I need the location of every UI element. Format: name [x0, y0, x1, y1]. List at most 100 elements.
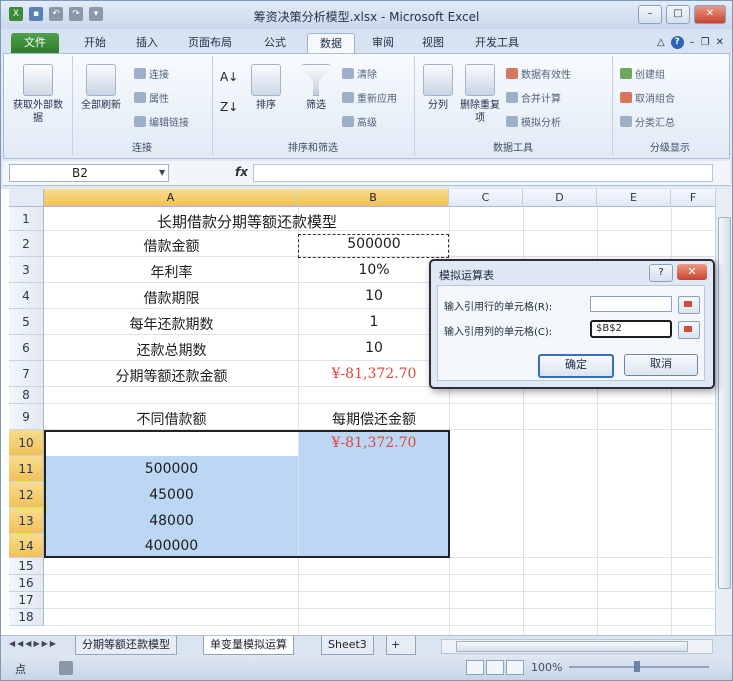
name-box[interactable]: B2 — [9, 164, 169, 182]
sheet-tab-2[interactable]: 单变量模拟运算 — [203, 636, 294, 655]
cell-a6[interactable]: 还款总期数 — [45, 340, 298, 360]
row-header-8[interactable]: 8 — [9, 387, 44, 404]
horizontal-scroll-thumb[interactable] — [456, 641, 688, 652]
row-header-2[interactable]: 2 — [9, 231, 44, 257]
cancel-button[interactable]: 取消 — [624, 354, 698, 376]
dialog-close-button[interactable]: ✕ — [677, 264, 707, 280]
help-icon[interactable]: ? — [670, 36, 684, 49]
cell-b4[interactable]: 10 — [299, 288, 449, 304]
workbook-minimize-icon[interactable]: – — [690, 37, 695, 48]
sheet-tab-3[interactable]: Sheet3 — [321, 636, 374, 655]
tab-file[interactable]: 文件 — [11, 33, 59, 53]
reapply-button[interactable]: 重新应用 — [342, 90, 397, 105]
formula-input[interactable] — [253, 164, 713, 182]
row-header-18[interactable]: 18 — [9, 609, 44, 626]
workbook-close-icon[interactable]: ✕ — [716, 37, 724, 48]
tab-view[interactable]: 视图 — [413, 33, 453, 53]
row-header-17[interactable]: 17 — [9, 592, 44, 609]
tab-data[interactable]: 数据 — [307, 33, 355, 54]
macro-record-icon[interactable] — [59, 661, 73, 675]
sort-button[interactable]: 排序 — [246, 64, 286, 112]
row-header-13[interactable]: 13 — [9, 508, 44, 534]
column-input-cell-field[interactable]: $B$2 — [590, 320, 672, 338]
maximize-button[interactable]: □ — [666, 5, 690, 24]
zoom-slider-knob[interactable] — [634, 661, 640, 672]
tab-developer[interactable]: 开发工具 — [467, 33, 527, 53]
normal-view-icon[interactable] — [466, 660, 484, 675]
zoom-level[interactable]: 100% — [531, 661, 562, 674]
column-header-c[interactable]: C — [449, 189, 523, 207]
row-header-12[interactable]: 12 — [9, 482, 44, 508]
cell-a5[interactable]: 每年还款期数 — [45, 314, 298, 334]
subtotal-button[interactable]: 分类汇总 — [620, 114, 675, 129]
sheet-nav-icon[interactable]: ◀◀◀▶▶▶ — [9, 639, 58, 648]
worksheet-grid[interactable]: A B C D E F 1 2 3 4 5 6 7 8 9 10 11 12 1… — [1, 189, 732, 635]
what-if-analysis-button[interactable]: 模拟分析 — [506, 114, 561, 129]
cell-b6[interactable]: 10 — [299, 340, 449, 356]
column-header-d[interactable]: D — [523, 189, 597, 207]
horizontal-scrollbar[interactable] — [441, 639, 713, 654]
cell-b5[interactable]: 1 — [299, 314, 449, 330]
column-range-picker-icon[interactable] — [678, 321, 700, 339]
data-validation-button[interactable]: 数据有效性 — [506, 66, 571, 81]
vertical-scroll-thumb[interactable] — [718, 217, 731, 589]
row-input-cell-field[interactable] — [590, 296, 672, 312]
row-header-10[interactable]: 10 — [9, 430, 44, 456]
cell-a1[interactable]: 长期借款分期等额还款模型 — [45, 211, 449, 232]
name-box-dropdown-icon[interactable]: ▼ — [159, 168, 165, 177]
ungroup-button[interactable]: 取消组合 — [620, 90, 675, 105]
cell-a9[interactable]: 不同借款额 — [45, 409, 298, 429]
text-to-columns-button[interactable]: 分列 — [420, 64, 456, 112]
column-header-a[interactable]: A — [44, 189, 298, 207]
consolidate-button[interactable]: 合并计算 — [506, 90, 561, 105]
minimize-button[interactable]: – — [638, 5, 662, 24]
cell-a7[interactable]: 分期等额还款金额 — [45, 366, 298, 386]
row-header-1[interactable]: 1 — [9, 207, 44, 231]
row-header-6[interactable]: 6 — [9, 335, 44, 361]
ok-button[interactable]: 确定 — [538, 354, 614, 378]
row-header-3[interactable]: 3 — [9, 257, 44, 283]
tab-insert[interactable]: 插入 — [125, 33, 169, 53]
properties-button[interactable]: 属性 — [134, 90, 169, 105]
sheet-tab-1[interactable]: 分期等额还款模型 — [75, 636, 177, 655]
get-external-data-button[interactable]: 获取外部数据 — [10, 64, 66, 125]
clear-button[interactable]: 清除 — [342, 66, 377, 81]
tab-page-layout[interactable]: 页面布局 — [179, 33, 241, 53]
row-header-16[interactable]: 16 — [9, 575, 44, 592]
row-header-14[interactable]: 14 — [9, 534, 44, 558]
dialog-help-button[interactable]: ? — [649, 264, 673, 282]
cell-a3[interactable]: 年利率 — [45, 262, 298, 282]
cell-b9[interactable]: 每期偿还金额 — [299, 409, 449, 429]
close-window-button[interactable]: ✕ — [694, 5, 726, 24]
insert-function-icon[interactable]: fx — [235, 165, 248, 179]
row-header-5[interactable]: 5 — [9, 309, 44, 335]
select-all-corner[interactable] — [9, 189, 44, 207]
row-header-9[interactable]: 9 — [9, 404, 44, 430]
group-button[interactable]: 创建组 — [620, 66, 665, 81]
row-header-4[interactable]: 4 — [9, 283, 44, 309]
advanced-button[interactable]: 高级 — [342, 114, 377, 129]
page-layout-view-icon[interactable] — [486, 660, 504, 675]
cell-a2[interactable]: 借款金额 — [45, 236, 298, 256]
refresh-all-button[interactable]: 全部刷新 — [78, 64, 124, 112]
sort-descending-button[interactable]: Z↓ — [220, 100, 238, 114]
insert-sheet-icon[interactable]: + — [386, 636, 416, 655]
row-header-15[interactable]: 15 — [9, 558, 44, 575]
ribbon-minimize-icon[interactable]: △ — [657, 37, 665, 48]
page-break-view-icon[interactable] — [506, 660, 524, 675]
tab-formulas[interactable]: 公式 — [253, 33, 297, 53]
connections-button[interactable]: 连接 — [134, 66, 169, 81]
column-header-b[interactable]: B — [298, 189, 449, 207]
row-header-11[interactable]: 11 — [9, 456, 44, 482]
workbook-restore-icon[interactable]: ❐ — [701, 37, 710, 48]
column-header-f[interactable]: F — [671, 189, 716, 207]
vertical-scrollbar[interactable] — [715, 189, 732, 635]
cell-b7[interactable]: ¥-81,372.70 — [299, 366, 449, 382]
row-range-picker-icon[interactable] — [678, 296, 700, 314]
filter-button[interactable]: 筛选 — [296, 64, 336, 112]
row-header-7[interactable]: 7 — [9, 361, 44, 387]
tab-review[interactable]: 审阅 — [363, 33, 403, 53]
tab-home[interactable]: 开始 — [73, 33, 117, 53]
cell-a4[interactable]: 借款期限 — [45, 288, 298, 308]
column-header-e[interactable]: E — [597, 189, 671, 207]
